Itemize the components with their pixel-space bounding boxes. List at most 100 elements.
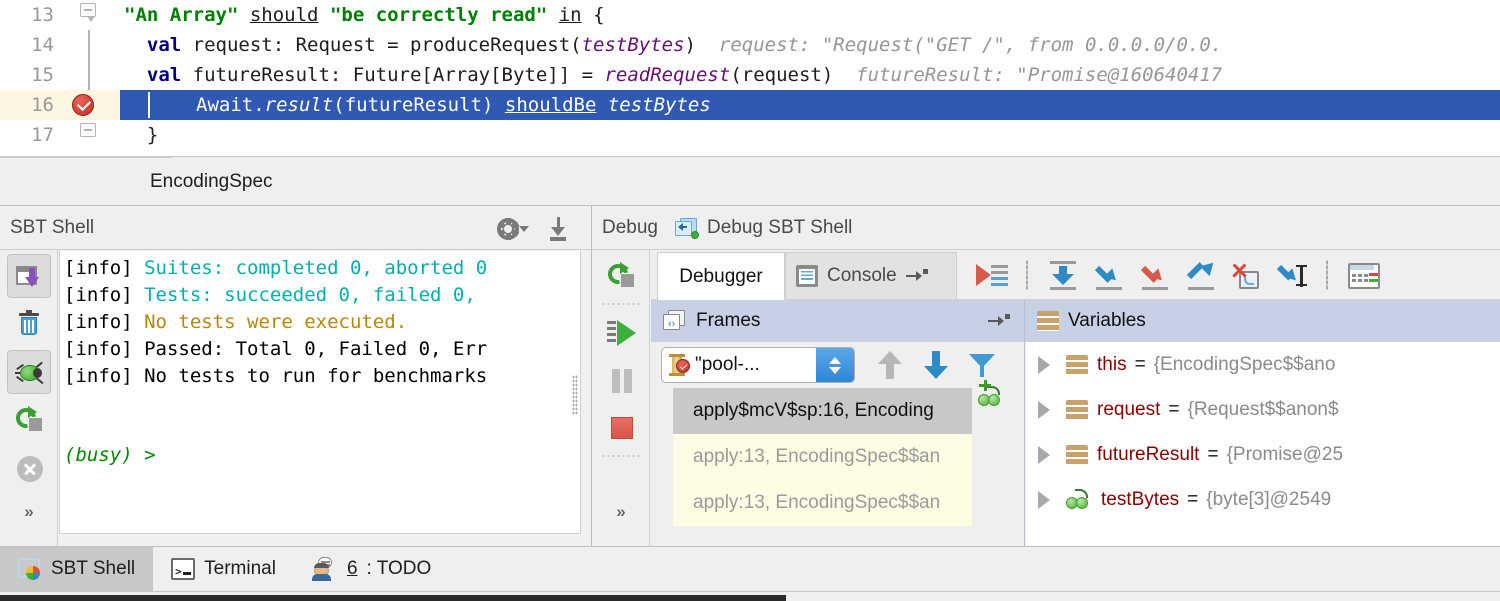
gear-icon[interactable] [497, 218, 519, 240]
debug-button[interactable] [6, 350, 51, 394]
resume-program-button[interactable] [599, 310, 643, 354]
tab-console[interactable]: Console [785, 252, 957, 300]
code-line-13[interactable]: 13 "An Array" should "be correctly read"… [0, 0, 1500, 30]
clear-all-button[interactable] [7, 302, 51, 346]
stop-debug-button[interactable] [599, 406, 643, 450]
thread-selector[interactable]: "pool-... [661, 347, 855, 383]
console-icon [796, 265, 818, 287]
expand-arrow-icon[interactable] [1038, 490, 1050, 509]
step-out-button[interactable] [1177, 252, 1223, 298]
object-icon [1066, 399, 1088, 420]
code-line-15[interactable]: 15 val futureResult: Future[Array[Byte]]… [0, 60, 1500, 90]
array-icon [1066, 488, 1092, 511]
expand-arrow-icon[interactable] [1038, 445, 1050, 464]
code-line-17[interactable]: 17 } [0, 120, 1500, 150]
add-watch-button[interactable] [978, 380, 1018, 420]
move-up-button[interactable] [867, 342, 913, 388]
code-text: "An Array" should "be correctly read" in… [120, 0, 1500, 30]
stop-button[interactable] [7, 446, 51, 490]
force-step-into-button[interactable] [1131, 252, 1177, 298]
pin-tab-icon[interactable] [905, 269, 928, 283]
run-to-cursor-button[interactable] [1269, 252, 1315, 298]
variable-row[interactable]: this = {EncodingSpec$$ano [1026, 342, 1500, 387]
pause-program-button[interactable] [599, 358, 643, 402]
evaluate-expression-button[interactable] [1339, 252, 1385, 298]
step-into-icon [1094, 261, 1124, 291]
debug-tab-row: Debugger Console [651, 250, 1500, 300]
variable-row[interactable]: futureResult = {Promise@25 [1026, 432, 1500, 477]
gutter-icons[interactable] [62, 90, 120, 120]
frame-item[interactable]: apply:13, EncodingSpec$$an [673, 480, 972, 526]
code-text: val request: Request = produceRequest(te… [120, 30, 1500, 60]
bottom-tab-terminal[interactable]: > Terminal [153, 547, 294, 592]
gutter-icons[interactable] [62, 30, 120, 60]
restart-button[interactable] [7, 398, 51, 442]
code-editor[interactable]: 13 "An Array" should "be correctly read"… [0, 0, 1500, 156]
variable-row[interactable]: request = {Request$$anon$ [1026, 387, 1500, 432]
force-step-into-icon [1140, 261, 1170, 291]
bottom-tab-label: Terminal [204, 558, 276, 579]
fold-collapse-icon[interactable] [80, 3, 96, 23]
code-text: } [120, 120, 1500, 150]
tab-encodingspec[interactable]: EncodingSpec [144, 157, 279, 206]
trash-icon [18, 310, 39, 336]
download-icon[interactable] [545, 217, 571, 241]
toolbar-separator [600, 455, 641, 457]
fold-end-icon[interactable] [80, 123, 96, 143]
drop-frame-icon [1231, 261, 1263, 291]
thread-selector-spinner[interactable] [816, 348, 854, 382]
settings-pin-icon[interactable] [988, 314, 1010, 328]
code-line-14[interactable]: 14 val request: Request = produceRequest… [0, 30, 1500, 60]
debug-panel: Debug Debug SBT Shell » Debugger Console… [592, 206, 1500, 546]
chevron-down-icon[interactable] [519, 226, 529, 232]
object-icon [1066, 354, 1088, 375]
expand-arrow-icon[interactable] [1038, 400, 1050, 419]
gutter-icons[interactable] [62, 0, 120, 30]
thread-selector-bar: "pool-... [651, 342, 1024, 388]
frames-list[interactable]: apply$mcV$sp:16, Encoding apply:13, Enco… [673, 388, 972, 546]
variables-list[interactable]: this = {EncodingSpec$$ano request = {Req… [1026, 342, 1500, 546]
intellij-window: 13 "An Array" should "be correctly read"… [0, 0, 1500, 601]
sbt-more-button[interactable]: » [0, 502, 58, 522]
call-args: (request) [730, 64, 834, 86]
expand-arrow-icon[interactable] [1038, 355, 1050, 374]
variable-row[interactable]: testBytes = {byte[3]@2549 [1026, 477, 1500, 522]
debug-more-button[interactable]: » [592, 502, 650, 522]
code-text: Await.result(futureResult) shouldBe test… [196, 90, 711, 120]
arrow-down-icon [924, 351, 948, 379]
tool-window-bar: SBT Shell > Terminal 6: TODO [0, 546, 1500, 592]
testbytes-ref: testBytes [607, 94, 711, 116]
frame-item[interactable]: apply:13, EncodingSpec$$an [673, 434, 972, 480]
caret [148, 92, 150, 118]
rerun-debug-button[interactable] [599, 254, 643, 298]
export-to-file-button[interactable] [6, 254, 51, 298]
sbt-prompt[interactable]: (busy) > [64, 442, 580, 469]
in-keyword: in [558, 4, 582, 26]
frames-header-label: Frames [696, 310, 761, 331]
code-line-16[interactable]: 16 Await.result(futureResult) shouldBe t… [0, 90, 1500, 120]
step-into-button[interactable] [1085, 252, 1131, 298]
stop-circle-icon [16, 456, 43, 482]
bottom-tab-sbt-shell[interactable]: SBT Shell [0, 546, 154, 592]
frames-icon: ‹› [663, 310, 687, 332]
sbt-shell-console[interactable]: [info] Suites: completed 0, aborted 0 [i… [59, 251, 581, 534]
console-scrollbar[interactable] [572, 375, 578, 415]
frame-item[interactable]: apply$mcV$sp:16, Encoding [673, 388, 972, 434]
bottom-tab-todo[interactable]: 6: TODO [294, 547, 449, 592]
log-prefix: [info] [64, 365, 145, 387]
gutter-icons[interactable] [62, 60, 120, 90]
await-call: Await. [196, 94, 265, 116]
gutter-icons[interactable] [62, 120, 120, 150]
debug-actions-toolbar [969, 250, 1500, 299]
show-execution-point-button[interactable] [969, 252, 1015, 298]
drop-frame-button[interactable] [1223, 252, 1269, 298]
tab-debugger[interactable]: Debugger [657, 252, 785, 300]
log-text: Tests: succeeded 0, failed 0, [144, 284, 476, 306]
filter-icon [969, 352, 995, 378]
terminal-icon: > [171, 558, 196, 580]
breakpoint-icon[interactable] [72, 94, 94, 116]
val-keyword: val [146, 64, 182, 86]
step-over-button[interactable] [1039, 252, 1085, 298]
move-down-button[interactable] [913, 342, 959, 388]
filter-button[interactable] [959, 342, 1005, 388]
